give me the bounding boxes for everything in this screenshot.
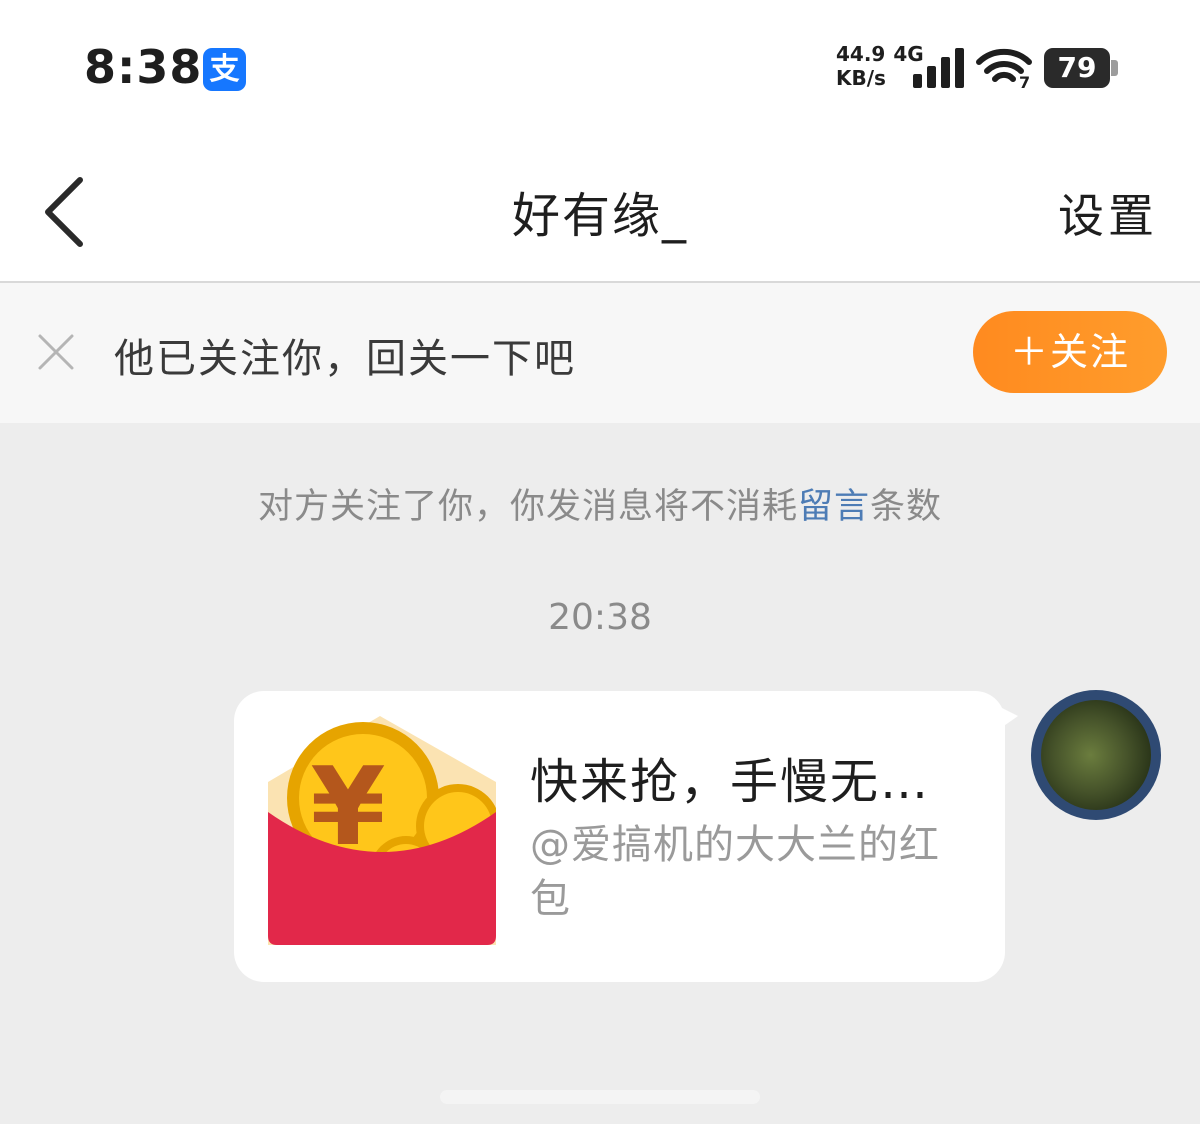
message-timestamp: 20:38 (548, 597, 652, 638)
follow-prompt-text: 他已关注你，回关一下吧 (114, 336, 576, 382)
wifi-icon: 7 (976, 48, 1032, 90)
red-packet-subtitle: @爱搞机的大大兰的红包 (530, 822, 940, 922)
watermark-strip (440, 1090, 760, 1104)
settings-button[interactable]: 设置 (1058, 180, 1158, 246)
battery-tip (1111, 60, 1118, 76)
red-packet-title: 快来抢，手慢无… (530, 754, 931, 810)
battery-icon: 79 (1044, 48, 1110, 88)
alipay-icon: 支 (203, 48, 246, 91)
wifi-badge: 7 (1019, 73, 1030, 90)
signal-icon (913, 48, 965, 88)
notice-suffix: 条数 (870, 487, 943, 527)
avatar-image (1041, 700, 1151, 810)
quota-notice: 对方关注了你，你发消息将不消耗留言条数 (0, 478, 1200, 529)
status-time: 8:38 (84, 40, 203, 94)
net-speed: 44.9 (836, 42, 886, 66)
close-icon[interactable] (34, 330, 78, 374)
message-quota-link[interactable]: 留言 (798, 487, 870, 527)
notice-prefix: 对方关注了你，你发消息将不消耗 (257, 487, 798, 527)
follow-button[interactable]: ＋关注 (973, 311, 1167, 393)
avatar[interactable] (1031, 690, 1161, 820)
bubble-tail (998, 706, 1018, 730)
red-envelope-icon: ¥ (268, 716, 496, 945)
page-title: 好有缘_ (511, 188, 688, 244)
